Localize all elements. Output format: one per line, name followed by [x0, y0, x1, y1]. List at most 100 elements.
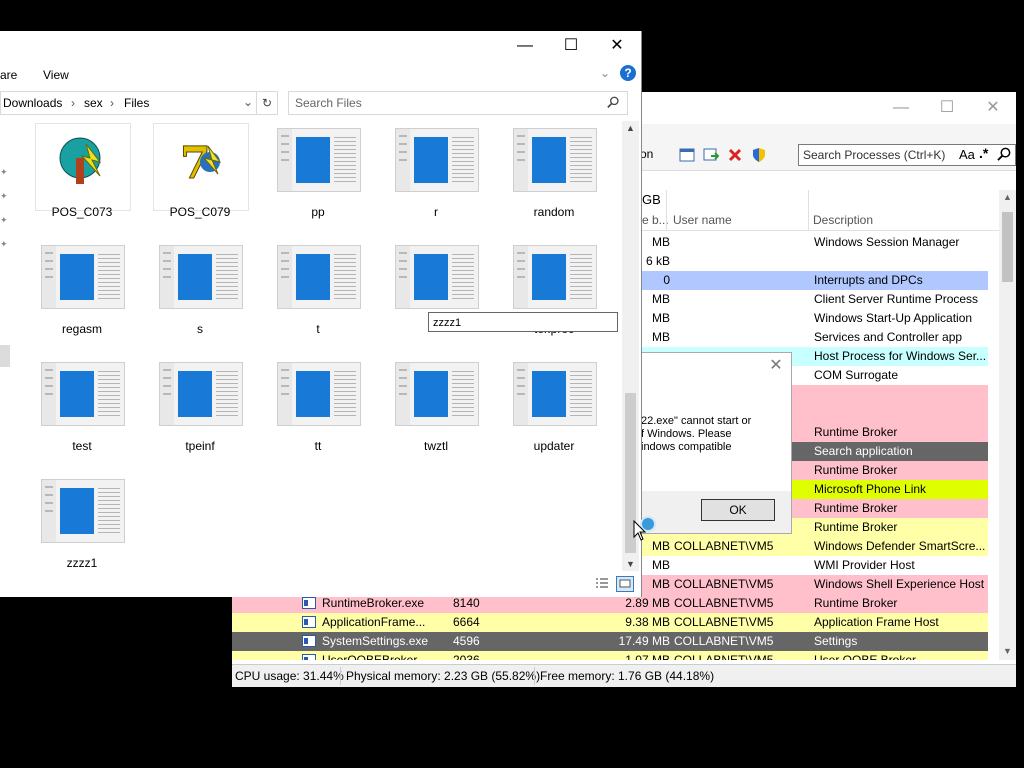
large-icons-view-icon[interactable] — [616, 576, 634, 592]
minimize-icon[interactable]: — — [502, 33, 548, 59]
column-header-partial-2[interactable]: e b... — [642, 213, 669, 227]
file-item[interactable]: r — [381, 123, 491, 235]
file-item[interactable]: twztl — [381, 357, 491, 469]
window-arrow-icon[interactable] — [703, 147, 719, 163]
error-dialog: ✕ 22.exe" cannot start or f Windows. Ple… — [636, 352, 792, 534]
details-view-icon[interactable] — [594, 576, 610, 592]
file-name: r — [434, 205, 438, 219]
dialog-message-line: f Windows. Please — [641, 428, 732, 440]
scroll-down-icon[interactable]: ▼ — [1003, 646, 1012, 656]
process-description: Search application — [814, 444, 913, 458]
file-name: test — [72, 439, 92, 453]
document-thumbnail-icon — [513, 128, 597, 192]
file-name: POS_C079 — [169, 205, 231, 219]
pin-icon: ✦ — [0, 191, 8, 201]
column-header-description[interactable]: Description — [813, 213, 873, 227]
document-thumbnail-icon — [277, 362, 361, 426]
process-memory: MB — [652, 311, 670, 325]
file-item[interactable] — [381, 240, 491, 352]
free-memory: Free memory: 1.76 GB (44.18%) — [540, 669, 715, 683]
file-name: tt — [314, 439, 322, 453]
process-description: Windows Start-Up Application — [814, 311, 973, 325]
file-item[interactable]: tpeinf — [145, 357, 255, 469]
breadcrumb[interactable]: Downloads › sex › Files ⌄ — [0, 91, 258, 115]
dialog-message-line: 22.exe" cannot start or — [641, 415, 752, 427]
column-header-partial[interactable]: GB — [642, 192, 661, 207]
ribbon-tabs: are View ⌄ ? — [0, 61, 641, 89]
minimize-icon[interactable]: — — [878, 96, 924, 120]
file-item[interactable]: test — [27, 357, 137, 469]
process-description: Host Process for Windows Ser... — [814, 349, 986, 363]
file-item[interactable]: pp — [263, 123, 373, 235]
refresh-icon[interactable]: ↻ — [256, 91, 278, 115]
file-item[interactable]: ter.proc — [499, 240, 609, 352]
ok-button[interactable]: OK — [701, 499, 775, 521]
scroll-up-icon[interactable]: ▲ — [1003, 192, 1012, 202]
file-item[interactable]: random — [499, 123, 609, 235]
column-header-user[interactable]: User name — [673, 213, 732, 227]
file-item[interactable]: tt — [263, 357, 373, 469]
file-search-input[interactable]: Search Files — [288, 91, 628, 115]
ribbon-tab-view[interactable]: View — [43, 68, 69, 82]
breadcrumb-downloads[interactable]: Downloads — [3, 96, 62, 110]
search-icon[interactable] — [607, 96, 620, 109]
close-icon[interactable]: ✕ — [970, 96, 1016, 120]
process-user: COLLABNET\VM5 — [674, 577, 774, 591]
maximize-icon[interactable]: ☐ — [924, 96, 970, 120]
process-description: Microsoft Phone Link — [814, 482, 927, 496]
dialog-close-icon[interactable]: ✕ — [767, 357, 785, 375]
regex-toggle[interactable]: .* — [979, 145, 988, 161]
window-icon[interactable] — [679, 147, 695, 163]
breadcrumb-files[interactable]: Files — [124, 96, 149, 110]
process-list-scroll-thumb[interactable] — [1002, 212, 1013, 282]
file-item[interactable]: zzzz1 — [27, 474, 137, 586]
scroll-down-icon[interactable]: ▼ — [626, 559, 635, 569]
process-pid: 6664 — [453, 615, 480, 629]
nav-selected-item[interactable] — [0, 345, 10, 367]
chevron-down-icon[interactable]: ⌄ — [243, 95, 253, 109]
rename-input[interactable]: zzzz1 — [428, 312, 618, 332]
close-icon[interactable]: ✕ — [594, 33, 640, 59]
file-item[interactable]: regasm — [27, 240, 137, 352]
file-item[interactable]: POS_C073 — [27, 123, 137, 235]
file-search-placeholder: Search Files — [295, 96, 362, 110]
file-item[interactable]: 7 POS_C079 — [145, 123, 255, 235]
terminate-icon[interactable] — [727, 147, 743, 163]
process-description: Runtime Broker — [814, 501, 898, 515]
file-name: updater — [533, 439, 575, 453]
file-item[interactable]: updater — [499, 357, 609, 469]
process-icon — [302, 635, 316, 647]
process-row[interactable]: UserOOBEBroker... 2036 1.07 MB COLLABNET\VM… — [232, 651, 988, 660]
maximize-icon[interactable]: ☐ — [548, 33, 594, 59]
match-case-toggle[interactable]: Aa — [959, 147, 975, 162]
process-icon — [302, 597, 316, 609]
process-memory: 1.07 MB — [625, 653, 670, 660]
explorer-titlebar: — ☐ ✕ — [0, 31, 641, 61]
document-thumbnail-icon — [513, 245, 597, 309]
toolbar-partial-label: on — [640, 147, 654, 161]
document-thumbnail-icon — [277, 128, 361, 192]
process-memory: MB — [652, 330, 670, 344]
process-row[interactable]: SystemSettings.exe 4596 17.49 MB COLLABNET\… — [232, 632, 988, 651]
process-memory: 17.49 MB — [618, 634, 670, 648]
file-item[interactable]: s — [145, 240, 255, 352]
document-thumbnail-icon — [41, 479, 125, 543]
pin-icon: ✦ — [0, 167, 8, 177]
shield-icon[interactable] — [751, 147, 767, 163]
process-description: Interrupts and DPCs — [814, 273, 923, 287]
application-icon: 7 — [153, 123, 249, 211]
search-icon[interactable] — [997, 147, 1012, 162]
document-thumbnail-icon — [395, 362, 479, 426]
process-description: Application Frame Host — [814, 615, 939, 629]
process-row[interactable]: ApplicationFrame... 6664 9.38 MB COLLABNET\… — [232, 613, 988, 632]
chevron-down-icon[interactable]: ⌄ — [600, 66, 610, 80]
pin-icon: ✦ — [0, 239, 8, 249]
scroll-up-icon[interactable]: ▲ — [626, 123, 635, 133]
chevron-right-icon: › — [71, 96, 75, 110]
file-name: s — [197, 322, 203, 336]
breadcrumb-sex[interactable]: sex — [84, 96, 103, 110]
process-search-input[interactable]: Search Processes (Ctrl+K) Aa .* — [798, 144, 1016, 166]
help-icon[interactable]: ? — [620, 65, 636, 81]
file-item[interactable]: t — [263, 240, 373, 352]
ribbon-tab-share[interactable]: are — [0, 68, 17, 82]
